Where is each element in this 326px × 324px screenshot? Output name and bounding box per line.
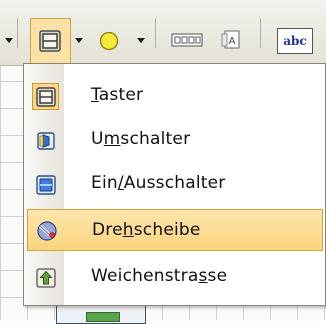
menu-item-taster[interactable]: Taster <box>26 74 323 118</box>
text-label-button[interactable]: abc <box>277 28 313 54</box>
chevron-down-icon[interactable] <box>137 38 145 43</box>
chevron-down-icon[interactable] <box>75 38 83 43</box>
on-off-switch-icon <box>32 171 59 198</box>
route-up-arrow-icon <box>32 264 59 291</box>
toolbar-separator <box>155 18 156 48</box>
turntable-icon <box>33 217 60 244</box>
button-shape-dropdown[interactable] <box>30 18 71 64</box>
letter-box-icon: A <box>221 30 240 49</box>
menu-item-weichenstrasse[interactable]: Weichenstrasse <box>26 255 323 299</box>
menu-item-drehscheibe[interactable]: Drehscheibe <box>27 209 323 251</box>
yellow-circle-icon <box>99 31 119 51</box>
circle-shape-dropdown[interactable] <box>96 28 122 54</box>
changeover-switch-icon <box>32 127 59 154</box>
chevron-down-icon[interactable] <box>5 38 13 43</box>
menu-item-label: Drehscheibe <box>92 220 201 240</box>
menu-item-ein-ausschalter[interactable]: Ein/Ausschalter <box>26 162 323 206</box>
segment-display-icon <box>171 33 203 47</box>
menu-item-umschalter[interactable]: Umschalter <box>26 118 323 162</box>
text-label-icon: abc <box>283 34 307 48</box>
rectangle-button-icon <box>38 29 62 53</box>
toolbar: A abc <box>0 0 326 66</box>
shape-type-menu: Taster Umschalter Ein/Ausschalter Drehsc… <box>23 63 326 306</box>
toolbar-separator <box>17 18 18 48</box>
menu-item-label: Ein/Ausschalter <box>91 173 226 193</box>
menu-item-label: Umschalter <box>91 129 191 149</box>
push-button-icon <box>32 83 59 110</box>
menu-item-label: Weichenstrasse <box>91 266 228 286</box>
menu-item-label: Taster <box>91 85 144 105</box>
toolbar-separator <box>260 18 261 48</box>
svg-text:A: A <box>229 36 236 47</box>
segment-display-button[interactable] <box>170 28 204 52</box>
canvas-green-block <box>86 312 120 322</box>
letter-box-button[interactable]: A <box>218 27 244 53</box>
